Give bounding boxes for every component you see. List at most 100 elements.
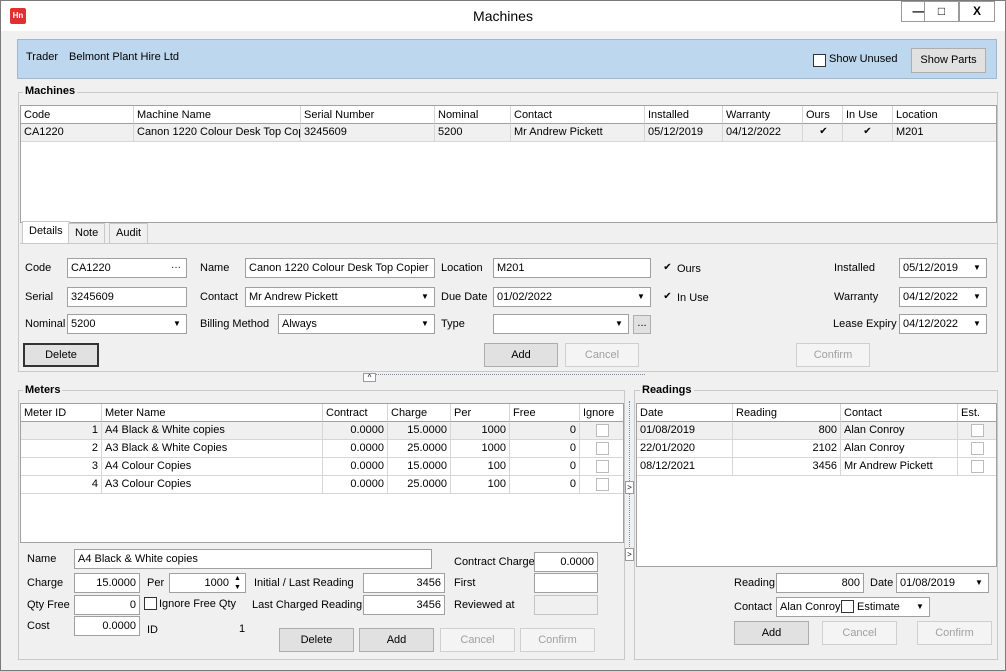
table-row[interactable]: 08/12/2021 3456 Mr Andrew Pickett — [637, 458, 996, 476]
cost-field[interactable]: 0.0000 — [74, 616, 140, 636]
contact-select[interactable]: Mr Andrew Pickett ▼ — [245, 287, 435, 307]
warranty-date-picker[interactable]: 04/12/2022 ▼ — [899, 287, 987, 307]
table-row[interactable]: 01/08/2019 800 Alan Conroy — [637, 422, 996, 440]
estimate-checkbox[interactable] — [971, 460, 984, 473]
machine-add-button[interactable]: Add — [484, 343, 558, 367]
machine-cancel-button[interactable]: Cancel — [565, 343, 639, 367]
table-row[interactable]: 2 A3 Black & White Copies 0.0000 25.0000… — [21, 440, 623, 458]
reading-field[interactable]: 800 — [776, 573, 864, 593]
col-header-charge[interactable]: Charge — [388, 404, 451, 422]
col-header-per[interactable]: Per — [451, 404, 510, 422]
ignore-checkbox[interactable] — [596, 424, 609, 437]
nominal-select[interactable]: 5200 ▼ — [67, 314, 187, 334]
col-header-installed[interactable]: Installed — [645, 106, 723, 124]
chevron-down-icon[interactable]: ▼ — [611, 316, 627, 332]
chevron-down-icon[interactable]: ▼ — [633, 289, 649, 305]
table-row[interactable]: 4 A3 Colour Copies 0.0000 25.0000 100 0 — [21, 476, 623, 494]
contract-charge-field[interactable]: 0.0000 — [534, 552, 598, 572]
ours-check-icon[interactable]: ✔ — [817, 126, 830, 139]
machine-confirm-button[interactable]: Confirm — [796, 343, 870, 367]
name-field[interactable]: Canon 1220 Colour Desk Top Copier — [245, 258, 435, 278]
col-header-contract[interactable]: Contract — [323, 404, 388, 422]
table-row[interactable]: 3 A4 Colour Copies 0.0000 15.0000 100 0 — [21, 458, 623, 476]
charge-field[interactable]: 15.0000 — [74, 573, 140, 593]
col-header-contact[interactable]: Contact — [511, 106, 645, 124]
col-header-code[interactable]: Code — [21, 106, 134, 124]
qty-free-field[interactable]: 0 — [74, 595, 140, 615]
meter-cancel-button[interactable]: Cancel — [440, 628, 515, 652]
chevron-down-icon[interactable]: ▼ — [912, 599, 928, 615]
ignore-checkbox[interactable] — [596, 478, 609, 491]
ignore-checkbox[interactable] — [596, 460, 609, 473]
chevron-down-icon[interactable]: ▼ — [417, 289, 433, 305]
table-row[interactable]: CA1220 Canon 1220 Colour Desk Top Cop 32… — [21, 124, 996, 142]
collapse-right-icon[interactable]: > — [625, 481, 634, 494]
serial-field[interactable]: 3245609 — [67, 287, 187, 307]
ours-checkbox[interactable]: ✔ — [661, 262, 674, 275]
readings-grid[interactable]: Date Reading Contact Est. 01/08/2019 800… — [636, 403, 997, 567]
reading-date-picker[interactable]: 01/08/2019 ▼ — [896, 573, 989, 593]
meter-name-field[interactable]: A4 Black & White copies — [74, 549, 432, 569]
chevron-down-icon[interactable]: ▼ — [417, 316, 433, 332]
chevron-down-icon[interactable]: ▼ — [169, 316, 185, 332]
col-header-contact[interactable]: Contact — [841, 404, 958, 422]
ignore-checkbox[interactable] — [596, 442, 609, 455]
chevron-down-icon[interactable]: ▼ — [969, 316, 985, 332]
estimate-checkbox[interactable] — [971, 424, 984, 437]
first-field[interactable] — [534, 573, 598, 593]
reading-add-button[interactable]: Add — [734, 621, 809, 645]
lease-expiry-date-picker[interactable]: 04/12/2022 ▼ — [899, 314, 987, 334]
stepper-up-icon[interactable]: ▲ — [231, 574, 244, 583]
reading-cancel-button[interactable]: Cancel — [822, 621, 897, 645]
reviewed-at-field[interactable] — [534, 595, 598, 615]
col-header-serial-number[interactable]: Serial Number — [301, 106, 435, 124]
col-header-date[interactable]: Date — [637, 404, 733, 422]
tab-details[interactable]: Details — [22, 221, 70, 244]
show-unused-checkbox[interactable] — [813, 54, 826, 67]
machines-grid[interactable]: Code Machine Name Serial Number Nominal … — [20, 105, 997, 223]
chevron-down-icon[interactable]: ▼ — [969, 289, 985, 305]
tab-note[interactable]: Note — [68, 223, 106, 243]
maximize-button[interactable]: □ — [924, 1, 959, 22]
col-header-reading[interactable]: Reading — [733, 404, 841, 422]
show-parts-button[interactable]: Show Parts — [911, 48, 986, 73]
collapse-up-icon[interactable]: ^ — [363, 373, 376, 382]
table-row[interactable]: 22/01/2020 2102 Alan Conroy — [637, 440, 996, 458]
in-use-check-icon[interactable]: ✔ — [861, 126, 874, 139]
type-select[interactable]: ▼ — [493, 314, 629, 334]
close-button[interactable]: X — [959, 1, 995, 22]
estimate-checkbox[interactable] — [971, 442, 984, 455]
col-header-free[interactable]: Free — [510, 404, 580, 422]
col-header-machine-name[interactable]: Machine Name — [134, 106, 301, 124]
table-row[interactable]: 1 A4 Black & White copies 0.0000 15.0000… — [21, 422, 623, 440]
code-field[interactable]: CA1220 ··· — [67, 258, 187, 278]
col-header-warranty[interactable]: Warranty — [723, 106, 803, 124]
initial-last-reading-field[interactable]: 3456 — [363, 573, 445, 593]
billing-method-select[interactable]: Always ▼ — [278, 314, 435, 334]
col-header-meter-id[interactable]: Meter ID — [21, 404, 102, 422]
col-header-ignore[interactable]: Ignore — [580, 404, 623, 422]
meter-add-button[interactable]: Add — [359, 628, 434, 652]
per-stepper[interactable]: 1000 ▲ ▼ — [169, 573, 246, 593]
col-header-location[interactable]: Location — [893, 106, 996, 124]
chevron-down-icon[interactable]: ▼ — [971, 575, 987, 591]
reading-estimate-checkbox[interactable] — [841, 600, 854, 613]
installed-date-picker[interactable]: 05/12/2019 ▼ — [899, 258, 987, 278]
location-field[interactable]: M201 — [493, 258, 651, 278]
ignore-free-qty-checkbox[interactable] — [144, 597, 157, 610]
tab-audit[interactable]: Audit — [109, 223, 149, 243]
stepper-down-icon[interactable]: ▼ — [231, 583, 244, 592]
chevron-down-icon[interactable]: ▼ — [969, 260, 985, 276]
meters-grid[interactable]: Meter ID Meter Name Contract Charge Per … — [20, 403, 624, 543]
col-header-est[interactable]: Est. — [958, 404, 996, 422]
due-date-picker[interactable]: 01/02/2022 ▼ — [493, 287, 651, 307]
in-use-checkbox[interactable]: ✔ — [661, 291, 674, 304]
type-lookup-button[interactable]: ... — [633, 315, 651, 334]
reading-confirm-button[interactable]: Confirm — [917, 621, 992, 645]
col-header-nominal[interactable]: Nominal — [435, 106, 511, 124]
last-charged-reading-field[interactable]: 3456 — [363, 595, 445, 615]
meter-confirm-button[interactable]: Confirm — [520, 628, 595, 652]
code-lookup-button[interactable]: ··· — [167, 260, 185, 276]
horizontal-splitter[interactable] — [363, 374, 645, 382]
expand-right-icon[interactable]: > — [625, 548, 634, 561]
